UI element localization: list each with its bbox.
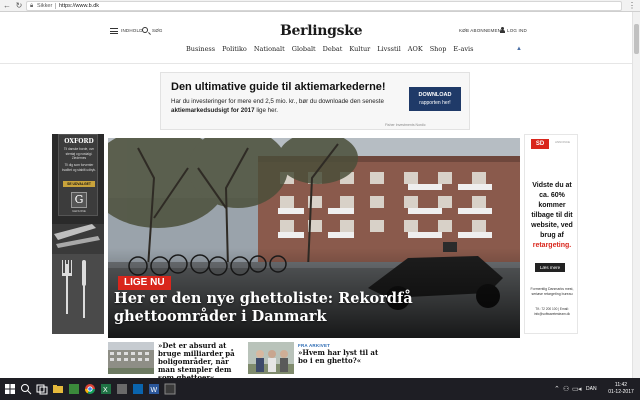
address-bar[interactable]: 🔒︎ Sikker https://www.b.dk (26, 1, 622, 11)
page-scrollbar[interactable] (632, 12, 640, 378)
ad-disclaimer: Fisher Investments Nordic (385, 123, 426, 127)
browser-toolbar: ← ↻ 🔒︎ Sikker https://www.b.dk ⋮ (0, 0, 640, 12)
right-advertisement[interactable]: SD ANNONCE Vidste du at ca. 60% kommer t… (524, 134, 578, 334)
live-badge: LIGE NU (118, 276, 171, 290)
teaser-1-title[interactable]: »Det er absurd at bruge milliarder på bo… (158, 342, 242, 382)
genuine-caption: GENUINE (72, 209, 86, 213)
ad-body: Har du investeringer for mere end 2,5 mi… (171, 97, 411, 115)
login-link[interactable]: LOG IND (507, 28, 527, 34)
search-icon[interactable] (142, 27, 148, 33)
ad-body-suffix: lige her. (256, 107, 278, 114)
taskbar-search-icon[interactable] (20, 383, 32, 395)
cutlery-image (52, 224, 104, 334)
nav-item-politiko[interactable]: Politiko (222, 44, 247, 54)
ad-download-button[interactable]: DOWNLOAD rapporten her! (409, 87, 461, 111)
secure-label: Sikker (37, 3, 53, 9)
subscribe-link[interactable]: KØB ABONNEMENT (459, 28, 504, 34)
oxford-text-1: Til danske borde, ovn stentøj og nostalg… (63, 147, 95, 160)
ad-body-bold: aktiemarkedsudsigt for 2017 (171, 107, 255, 114)
tray-people-icon[interactable]: ⚇ (563, 385, 569, 393)
nav-item-kultur[interactable]: Kultur (349, 44, 370, 54)
oxford-order-button[interactable]: SE UDVALGET (63, 181, 95, 187)
ad-cta-line2: rapporten her! (419, 100, 451, 106)
top-advertisement[interactable]: Den ultimative guide til aktiemarkederne… (160, 72, 470, 130)
ad-label: ANNONCE (555, 140, 571, 144)
nav-item-nationalt[interactable]: Nationalt (254, 44, 285, 54)
retargeting-copy-highlight: retargeting. (532, 242, 572, 249)
svg-text:W: W (151, 387, 158, 394)
retargeting-fine-print: Formentlig Danmarks mest, seriøse retarg… (530, 287, 574, 296)
hero-article[interactable]: LIGE NU Her er den nye ghettoliste: Reko… (108, 138, 520, 338)
settings-app-icon[interactable] (164, 383, 176, 395)
store-icon[interactable] (68, 383, 80, 395)
nav-item-e-avis[interactable]: E-avis (453, 44, 473, 54)
share-icon[interactable]: ▲ (516, 46, 522, 52)
oxford-text-2: Til dig som forventer kvalitet og stabil… (61, 163, 96, 172)
search-label[interactable]: SØG (152, 28, 163, 34)
read-more-button[interactable]: Læs mere (535, 263, 565, 272)
nav-item-business[interactable]: Business (186, 44, 215, 54)
hamburger-icon[interactable] (110, 28, 118, 34)
user-icon[interactable] (500, 27, 505, 34)
app-icon[interactable] (116, 383, 128, 395)
tray-chevron-icon[interactable]: ⌃ (554, 385, 560, 393)
scrollbar-thumb[interactable] (634, 24, 639, 54)
browser-menu-icon[interactable]: ⋮ (628, 1, 636, 11)
ad-headline: Den ultimative guide til aktiemarkederne… (171, 81, 386, 93)
nav-item-aok[interactable]: AOK (408, 44, 423, 54)
taskbar-clock[interactable]: 11:42 01-12-2017 (606, 382, 636, 396)
file-explorer-icon[interactable] (52, 383, 64, 395)
chrome-icon[interactable] (84, 383, 96, 395)
site-header: INDHOLD SØG Berlingske KØB ABONNEMENT LO… (0, 12, 632, 64)
svg-text:X: X (103, 387, 108, 394)
windows-start-icon[interactable] (4, 383, 16, 395)
ad-body-prefix: Har du investeringer for mere end 2,5 mi… (171, 98, 384, 105)
word-icon[interactable]: W (148, 383, 160, 395)
sd-logo: SD (531, 139, 549, 149)
ad-cta-line1: DOWNLOAD (418, 92, 452, 98)
retargeting-contact: Tlf.: 72 200 100 | Email: info@softwaret… (533, 307, 570, 316)
site-logo[interactable]: Berlingske (280, 22, 363, 40)
teaser-2-title[interactable]: »Hvem har lyst til at bo i en ghetto?« (298, 349, 382, 365)
language-indicator[interactable]: DAN (586, 386, 597, 392)
section-nav: Business Politiko Nationalt Globalt Deba… (186, 44, 480, 54)
nav-item-shop[interactable]: Shop (430, 44, 447, 54)
oxford-brand: OXFORD (64, 138, 94, 145)
oxford-ad-panel: OXFORD Til danske borde, ovn stentøj og … (58, 134, 98, 216)
teaser-2-image[interactable] (248, 342, 294, 374)
outlook-icon[interactable] (132, 383, 144, 395)
nav-item-livsstil[interactable]: Livsstil (377, 44, 401, 54)
volume-icon[interactable]: ◂ (578, 385, 582, 393)
task-view-icon[interactable] (36, 383, 48, 395)
retargeting-copy-prefix: Vidste du at ca. 60% kommer tilbage til … (531, 182, 573, 239)
genuine-badge: G (71, 192, 87, 208)
lock-icon: 🔒︎ (30, 3, 34, 9)
back-icon[interactable]: ← (2, 1, 12, 11)
teaser-1-image[interactable] (108, 342, 154, 374)
address-separator (55, 3, 56, 9)
windows-taskbar: X W ⌃ ⚇ ▭ ◂ DAN 11:42 01-12-2017 (0, 378, 640, 400)
menu-label[interactable]: INDHOLD (121, 28, 143, 34)
nav-item-globalt[interactable]: Globalt (292, 44, 316, 54)
url-text[interactable]: https://www.b.dk (59, 2, 99, 10)
hero-headline[interactable]: Her er den nye ghettoliste: Rekordfå ghe… (114, 290, 434, 326)
left-advertisement[interactable]: OXFORD Til danske borde, ovn stentøj og … (52, 134, 104, 334)
retargeting-copy: Vidste du at ca. 60% kommer tilbage til … (527, 181, 577, 251)
nav-item-debat[interactable]: Debat (323, 44, 343, 54)
reload-icon[interactable]: ↻ (14, 1, 24, 11)
excel-icon[interactable]: X (100, 383, 112, 395)
clock-time: 11:42 (614, 382, 628, 388)
clock-date: 01-12-2017 (608, 389, 634, 395)
